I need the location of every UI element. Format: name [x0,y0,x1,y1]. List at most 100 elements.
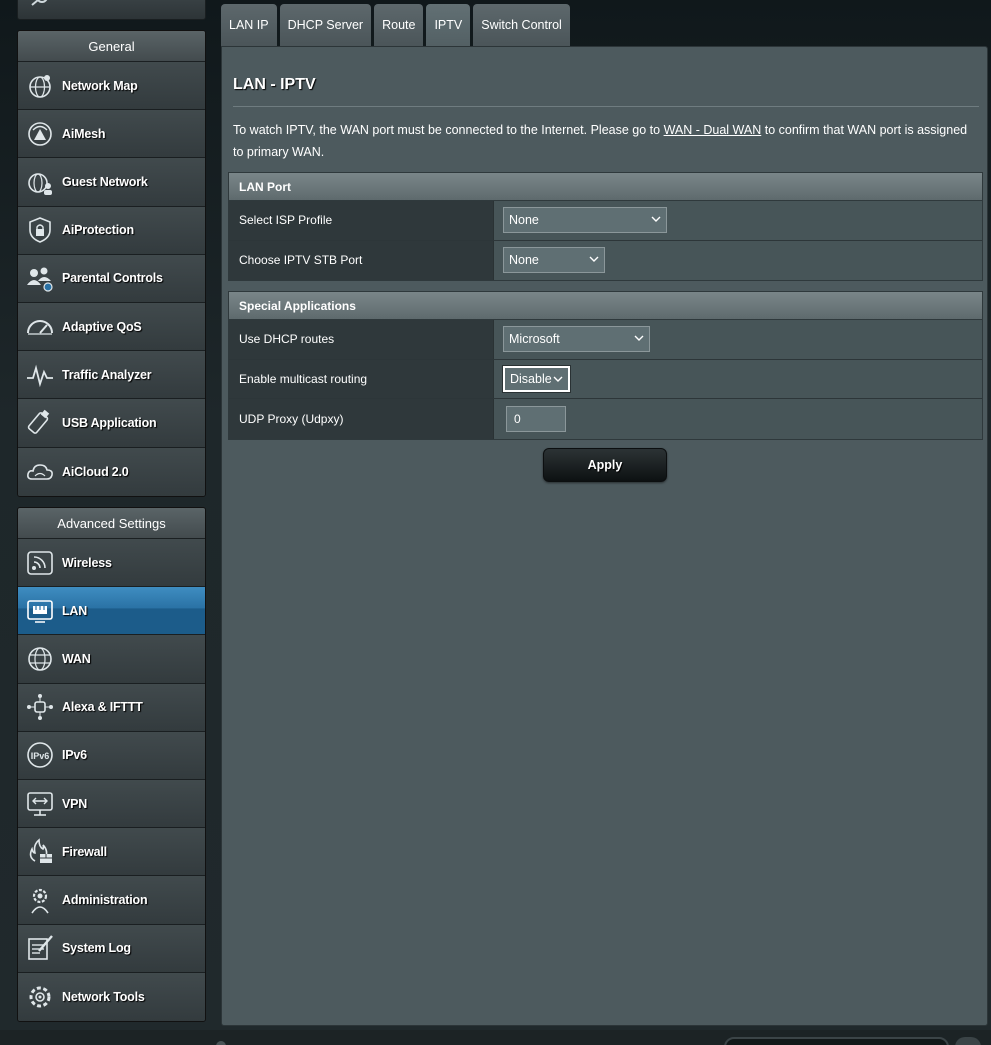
sidebar-item-label: Adaptive QoS [62,319,142,334]
sidebar-item-administration[interactable]: Administration [18,876,205,925]
administration-icon [24,884,56,916]
dhcp-routes-cell: Microsoft [494,320,982,359]
sidebar-item-network-tools[interactable]: Network Tools [18,972,205,1021]
sidebar-item-network-map[interactable]: Network Map [18,62,205,111]
dhcp-routes-row: Use DHCP routes Microsoft [229,320,982,360]
chevron-down-icon [553,376,563,382]
isp-profile-label: Select ISP Profile [229,201,494,240]
sidebar-item-label: Guest Network [62,174,148,189]
udpxy-label: UDP Proxy (Udpxy) [229,399,494,439]
sidebar-item-aimesh[interactable]: AiMesh [18,110,205,159]
dhcp-routes-label: Use DHCP routes [229,320,494,359]
sidebar-advanced-group: Advanced Settings Wireless LAN WAN Alexa… [17,507,206,1022]
multicast-routing-row: Enable multicast routing Disable [229,359,982,399]
sidebar-item-wireless[interactable]: Wireless [18,539,205,588]
sidebar-item-label: Wireless [62,555,112,570]
sidebar-item-aicloud[interactable]: AiCloud 2.0 [18,447,205,496]
chevron-down-icon [634,335,644,342]
udpxy-row: UDP Proxy (Udpxy) 0 [229,399,982,439]
sidebar-item-label: Firewall [62,844,107,859]
guest-network-icon [24,166,56,198]
multicast-routing-value: Disable [510,371,552,386]
sidebar-item-label: AiMesh [62,126,106,141]
multicast-routing-select[interactable]: Disable [503,365,570,392]
svg-text:IPv6: IPv6 [31,751,50,761]
main-panel: LAN - IPTV To watch IPTV, the WAN port m… [221,46,988,1026]
sidebar-item-ipv6[interactable]: IPv6 IPv6 [18,731,205,780]
help-dot-icon [216,1041,226,1045]
sidebar-item-vpn[interactable]: VPN [18,779,205,829]
stb-port-row: Choose IPTV STB Port None [229,240,982,280]
isp-profile-value: None [509,213,539,228]
sidebar-advanced-header: Advanced Settings [18,508,205,539]
sidebar-general-header: General [18,31,205,62]
sidebar-item-wan[interactable]: WAN [18,635,205,684]
alexa-ifttt-icon [24,691,56,723]
lan-port-section: LAN Port Select ISP Profile None Choose … [228,172,983,281]
network-map-icon [24,70,56,102]
sidebar-item-label: IPv6 [62,748,87,763]
chevron-down-icon [651,216,661,223]
wireless-icon [24,547,56,579]
sidebar-item-label: Parental Controls [62,271,163,286]
stb-port-value: None [509,253,539,268]
title-divider [233,106,979,107]
wan-dual-wan-link[interactable]: WAN - Dual WAN [664,123,762,137]
footer-search-input[interactable] [724,1037,949,1045]
description-text-before: To watch IPTV, the WAN port must be conn… [233,123,664,137]
special-applications-section: Special Applications Use DHCP routes Mic… [228,291,983,440]
isp-profile-row: Select ISP Profile None [229,201,982,241]
multicast-routing-cell: Disable [494,359,982,398]
sidebar-item-guest-network[interactable]: Guest Network [18,158,205,207]
network-tools-icon [24,981,56,1013]
sidebar-item-alexa-ifttt[interactable]: Alexa & IFTTT [18,683,205,732]
tab-switch-control[interactable]: Switch Control [473,4,570,46]
vpn-icon [24,788,56,820]
multicast-routing-label: Enable multicast routing [229,359,494,398]
sidebar-item-label: USB Application [62,415,157,430]
sidebar-item-traffic-analyzer[interactable]: Traffic Analyzer [18,351,205,400]
wan-icon [24,643,56,675]
sidebar-general-group: General Network Map AiMesh Guest Network… [17,30,206,497]
sidebar-item-label: Alexa & IFTTT [62,700,143,715]
sidebar-item-usb-application[interactable]: USB Application [18,399,205,448]
tab-bar: LAN IP DHCP Server Route IPTV Switch Con… [221,4,570,46]
apply-button[interactable]: Apply [543,448,667,482]
sidebar-item-label: WAN [62,651,91,666]
sidebar-item-label: Traffic Analyzer [62,367,152,382]
sidebar-item-label: Administration [62,892,148,907]
wand-icon [31,0,48,6]
sidebar-item-system-log[interactable]: System Log [18,924,205,973]
footer-search-button[interactable] [955,1037,981,1045]
sidebar-item-firewall[interactable]: Firewall [18,828,205,877]
adaptive-qos-icon [24,311,56,343]
lan-port-header: LAN Port [229,173,982,201]
lan-icon [24,595,56,627]
sidebar-item-parental-controls[interactable]: Parental Controls [18,254,205,303]
sidebar-item-label: Network Tools [62,989,145,1004]
sidebar-item-lan[interactable]: LAN [18,587,205,636]
dhcp-routes-select[interactable]: Microsoft [503,326,650,353]
tab-dhcp-server[interactable]: DHCP Server [279,4,372,46]
aiprotection-icon [24,214,56,246]
udpxy-input[interactable]: 0 [506,405,566,432]
dhcp-routes-value: Microsoft [509,332,560,347]
usb-application-icon [24,407,56,439]
sidebar-item-label: AiCloud 2.0 [62,464,129,479]
tab-lan-ip[interactable]: LAN IP [221,4,277,46]
stb-port-select[interactable]: None [503,247,605,274]
sidebar-item-aiprotection[interactable]: AiProtection [18,206,205,255]
sidebar-item-label: LAN [62,603,88,618]
sidebar-item-label: AiProtection [62,223,134,238]
firewall-icon [24,836,56,868]
sidebar-item-adaptive-qos[interactable]: Adaptive QoS [18,302,205,352]
sidebar-item-label: Network Map [62,78,138,93]
system-log-icon [24,932,56,964]
aicloud-icon [24,456,56,488]
isp-profile-select[interactable]: None [503,207,667,234]
quick-setup-stub[interactable] [17,0,206,20]
tab-route[interactable]: Route [374,4,424,46]
special-applications-header: Special Applications [229,292,982,320]
tab-iptv[interactable]: IPTV [426,4,471,46]
description: To watch IPTV, the WAN port must be conn… [233,119,973,163]
